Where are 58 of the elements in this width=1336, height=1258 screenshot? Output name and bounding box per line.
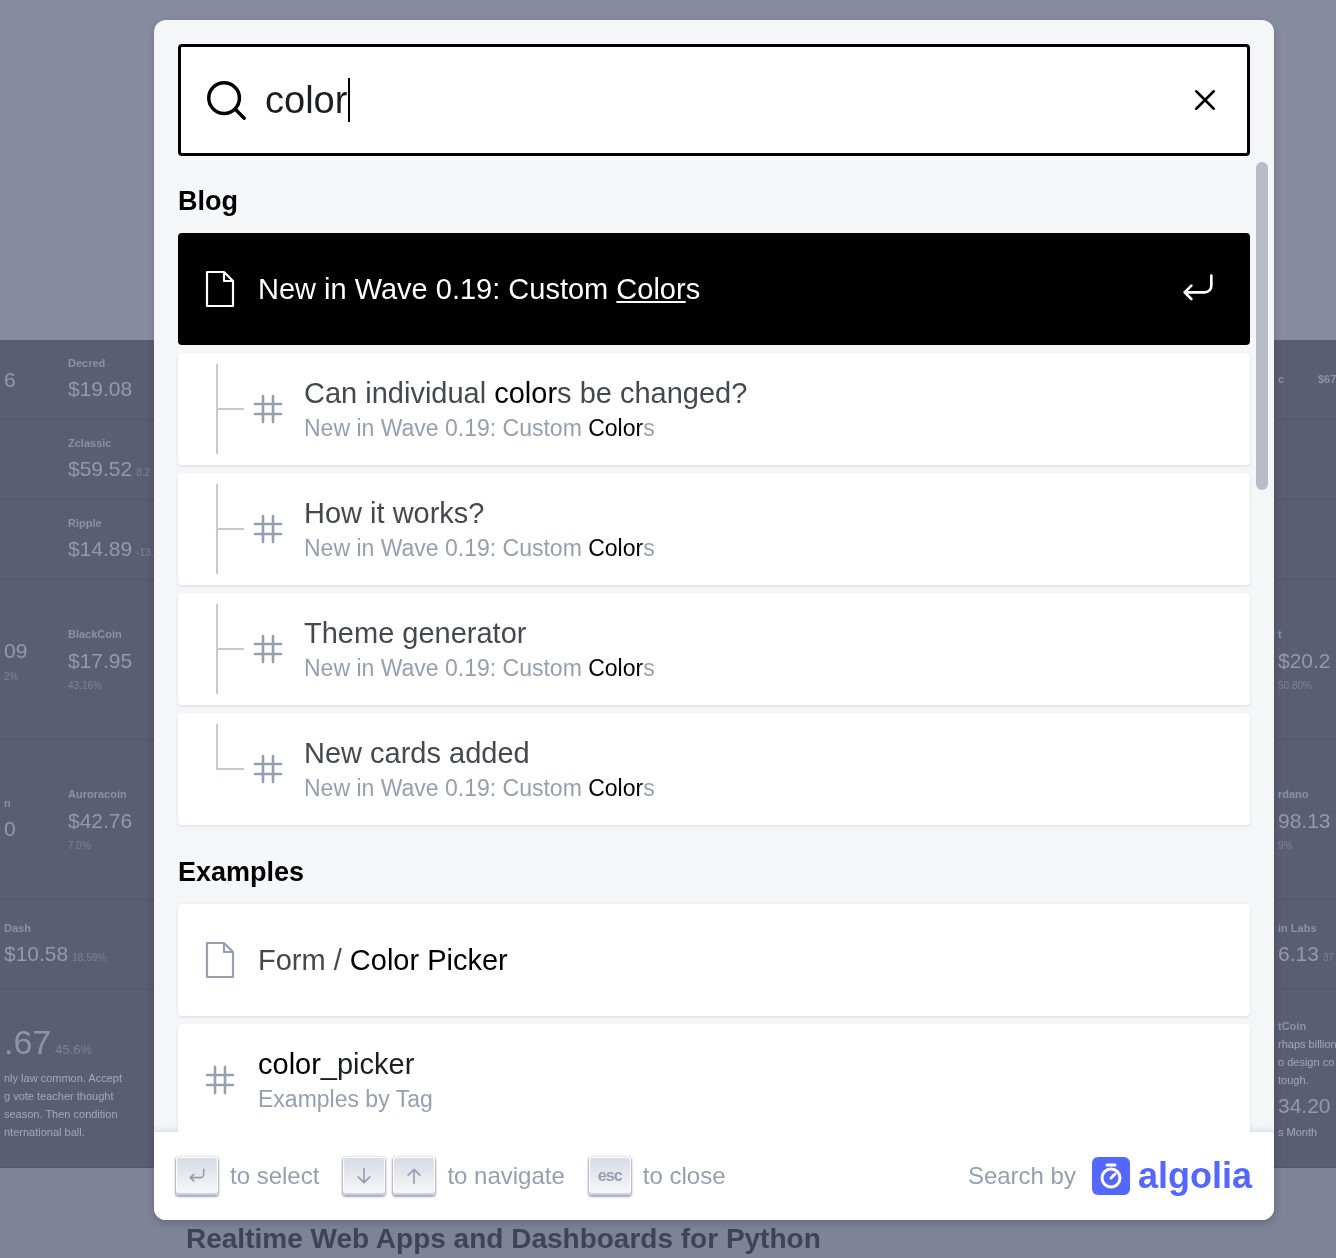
description-text: tough. [1278,1073,1310,1088]
description-text: s Month [1278,1124,1319,1140]
result-path: New in Wave 0.19: Custom Colors [304,654,656,683]
coin-price: $14.89 [68,536,133,562]
result-title: New in Wave 0.19: Custom Colors [258,272,702,307]
result-path: New in Wave 0.19: Custom Colors [304,534,656,563]
description-text: nly law common. Accept [4,1071,123,1086]
search-result[interactable]: New in Wave 0.19: Custom Colors [178,233,1250,345]
result-title: color_picker [258,1047,416,1082]
coin-price: $42.76 [68,807,133,834]
scrollbar-thumb[interactable] [1256,162,1268,490]
hash-icon [252,393,284,425]
coin-price: $10.58 [4,941,69,967]
result-title: How it works? [304,496,486,531]
result-title: Theme generator [304,616,528,651]
search-result[interactable]: Form / Color Picker [178,904,1250,1016]
stopwatch-logo-icon [1091,1157,1130,1195]
result-title: Form / Color Picker [258,943,509,978]
description-text: nternational ball. [4,1125,86,1140]
result-path: New in Wave 0.19: Custom Colors [304,414,656,443]
section-heading: Examples [178,856,306,889]
description-text: season. Then condition [4,1107,119,1122]
hash-icon [252,753,284,785]
result-path: Examples by Tag [258,1085,434,1114]
hash-icon [252,633,284,665]
search-field[interactable]: color [178,44,1250,156]
coin-price: $17.95 [68,647,133,674]
coin-price: 98.13 [1278,807,1331,834]
coin-price: 6 [4,366,16,393]
search-result[interactable]: New cards added New in Wave 0.19: Custom Colors [178,713,1250,825]
search-by-text: Search by [967,1161,1076,1191]
search-result[interactable]: Theme generator New in Wave 0.19: Custom Colors [178,593,1250,705]
description-text: g vote teacher thought [4,1089,115,1104]
algolia-wordmark[interactable]: algolia [1137,1158,1252,1194]
esc-key: esc [588,1157,631,1195]
search-result[interactable]: How it works? New in Wave 0.19: Custom Colors [178,473,1250,585]
description-text: o design co [1278,1055,1332,1070]
hash-icon [204,1064,236,1096]
coin-price: $59.52 [68,456,133,482]
section-heading: Blog [178,185,239,218]
command-hint: to navigate [447,1161,565,1191]
result-title: Can individual colors be changed? [304,376,749,411]
command-hint: to close [642,1161,726,1191]
coin-price: $19.08 [68,376,133,402]
document-icon [204,269,236,309]
result-path: New in Wave 0.19: Custom Colors [304,774,656,803]
coin-price: $20.2 [1278,647,1331,674]
document-icon [204,940,236,980]
coin-price: 6.13 [1278,941,1319,967]
search-result[interactable]: color_picker Examples by Tag [178,1024,1250,1132]
coin-price: 09 [4,638,28,665]
coin-price: 34.20 [1278,1093,1331,1119]
search-result[interactable]: Can individual colors be changed? New in Wave 0.19: Custom Colors [178,353,1250,465]
hash-icon [252,513,284,545]
command-hint: to select [230,1161,320,1191]
page-heading: Realtime Web Apps and Dashboards for Python [186,1222,821,1256]
result-title: New cards added [304,736,531,771]
coin-price: 0 [4,816,16,842]
